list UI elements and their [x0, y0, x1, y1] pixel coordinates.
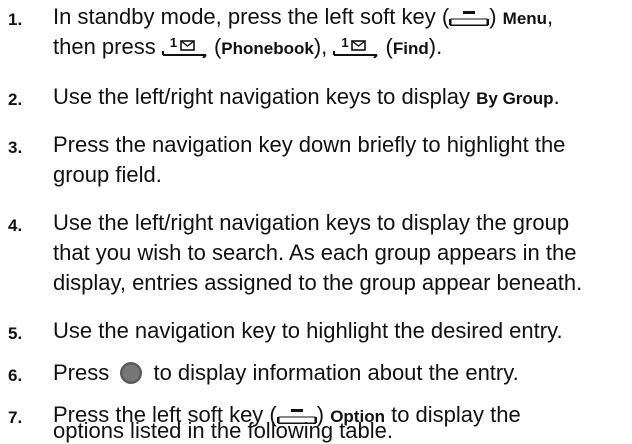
step-text: (	[207, 34, 222, 59]
by-group-label: By Group	[476, 89, 554, 108]
step-1-line-1: In standby mode, press the left soft key…	[53, 4, 632, 32]
step-text: ,	[547, 4, 554, 29]
phonebook-label: Phonebook	[221, 39, 314, 58]
key-1-digit: 1	[169, 35, 178, 50]
step-number: 6.	[8, 366, 23, 385]
step-5-line-1: Use the navigation key to highlight the …	[53, 318, 563, 343]
left-soft-key-icon	[449, 6, 489, 22]
step-number: 4.	[8, 216, 23, 235]
step-text: Press	[53, 360, 116, 385]
step-text: (	[379, 34, 393, 59]
key-1-digit: 1	[341, 35, 349, 50]
step-1-line-2: then press 1 (Phonebook), 1 (Find).	[53, 34, 632, 62]
find-label: Find	[392, 39, 429, 58]
ok-key-icon	[119, 361, 143, 385]
step-4-line-3: display, entries assigned to the group a…	[53, 270, 583, 295]
step-7-line-2: options listed in the following table.	[53, 418, 393, 443]
step-text: to display information about the entry.	[147, 360, 519, 385]
step-3-line-1: Press the navigation key down briefly to…	[53, 132, 566, 157]
key-1-icon: 1	[333, 35, 379, 58]
step-2-line-1: Use the left/right navigation keys to di…	[53, 84, 632, 112]
step-number: 5.	[8, 324, 23, 343]
step-3-line-2: group field.	[53, 162, 162, 187]
menu-label: Menu	[502, 9, 548, 28]
step-text: In standby mode, press the left soft key…	[53, 4, 450, 29]
step-4-line-1: Use the left/right navigation keys to di…	[53, 210, 570, 235]
step-6-line-1: Press to display information about the e…	[53, 360, 632, 386]
step-number: 2.	[8, 90, 23, 109]
step-number: 1.	[8, 10, 23, 29]
key-1-icon: 1	[162, 35, 208, 58]
step-text: ),	[313, 34, 334, 59]
step-text: then press	[53, 34, 162, 59]
step-text: .	[553, 84, 560, 109]
step-number: 3.	[8, 138, 23, 157]
step-number: 7.	[8, 408, 23, 427]
step-text: Use the left/right navigation keys to di…	[53, 84, 477, 109]
step-text: )	[489, 4, 503, 29]
step-4-line-2: that you wish to search. As each group a…	[53, 240, 577, 265]
step-text: ).	[428, 34, 443, 59]
